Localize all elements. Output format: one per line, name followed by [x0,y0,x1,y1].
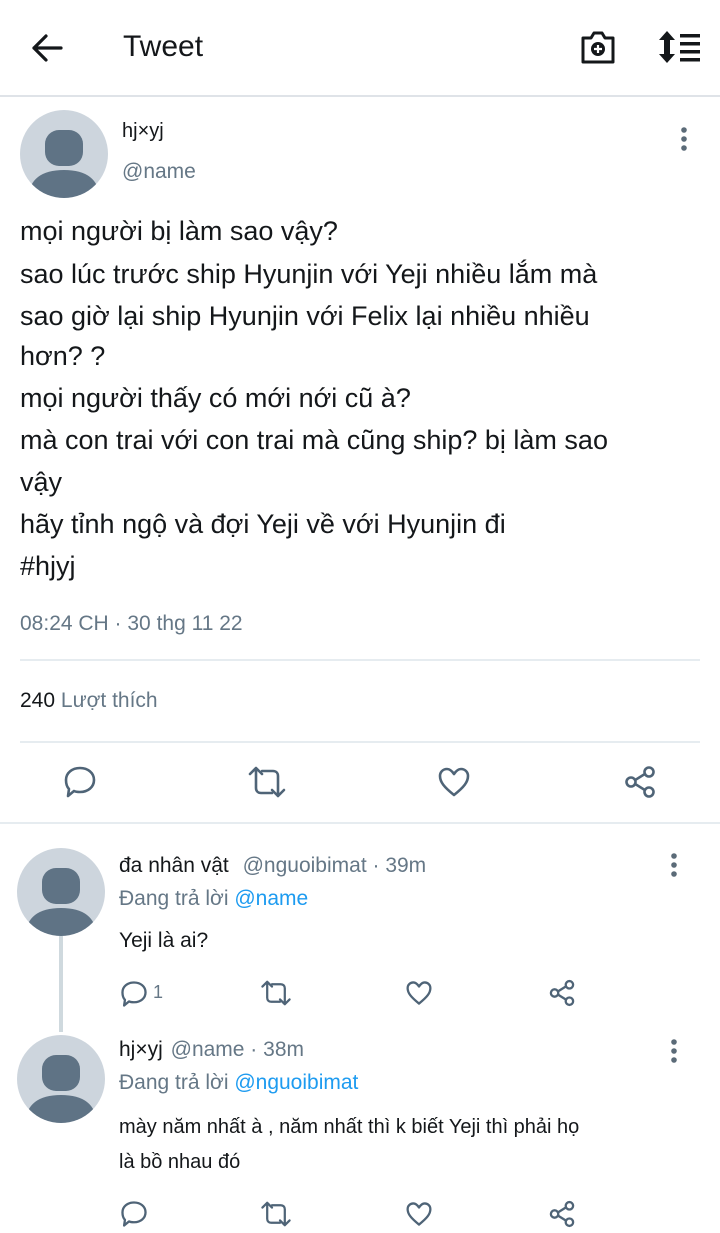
tweet-text-line: mà con trai với con trai mà cũng ship? b… [20,425,608,455]
timeline-sort-icon[interactable] [656,30,702,64]
reply-header: hj×yj @name · 38m [119,1038,304,1062]
like-heart-icon[interactable] [437,766,471,798]
author-avatar[interactable] [20,110,108,198]
default-user-icon [25,868,97,936]
retweet-icon[interactable] [260,980,292,1006]
reply-handle-time[interactable]: @name · 38m [171,1038,304,1061]
reply-handle-time[interactable]: @nguoibimat · 39m [243,854,427,877]
reply-header: đa nhân vật @nguoibimat · 39m [119,854,426,878]
replying-to: Đang trả lời @name [119,887,308,911]
reply-avatar[interactable] [17,848,105,936]
app-header: Tweet [0,0,720,97]
replying-prefix: Đang trả lời [119,887,229,910]
replying-prefix: Đang trả lời [119,1071,229,1094]
section-divider [0,822,720,824]
tweet-timestamp: 08:24 CH · 30 thg 11 22 [20,612,243,635]
tweet-text-line: hơn? ? [20,341,106,371]
reply-text-line: mày năm nhất à , năm nhất thì k biết Yej… [119,1116,580,1138]
likes-label: Lượt thích [60,689,158,712]
tweet-text-line: sao lúc trước ship Hyunjin với Yeji nhiề… [20,259,598,289]
reply-avatar[interactable] [17,1035,105,1123]
reply-icon[interactable] [120,1200,148,1228]
reply-icon[interactable] [120,980,148,1008]
share-icon[interactable] [548,979,576,1007]
divider [20,741,700,743]
author-handle[interactable]: @name [122,160,196,184]
reply-author-name[interactable]: đa nhân vật [119,854,229,877]
replying-to: Đang trả lời @nguoibimat [119,1071,358,1095]
back-arrow-icon[interactable] [30,32,64,64]
reply-icon[interactable] [63,765,97,799]
reply-count: 1 [153,982,164,1002]
more-options-icon[interactable] [669,1038,679,1064]
like-heart-icon[interactable] [405,980,433,1006]
author-name[interactable]: hj×yj [122,120,164,143]
tweet-text-line: mọi người bị làm sao vậy? [20,216,338,246]
replying-to-handle[interactable]: @nguoibimat [234,1071,358,1094]
tweet-text-line: hãy tỉnh ngộ và đợi Yeji về với Hyunjin … [20,509,506,539]
share-icon[interactable] [623,765,657,799]
camera-icon[interactable] [579,29,617,65]
page-title: Tweet [123,30,204,63]
hashtag-link[interactable]: #hjyj [20,551,76,582]
tweet-text-line: mọi người thấy có mới nới cũ à? [20,383,411,413]
replying-to-handle[interactable]: @name [234,887,308,910]
reply-text-line: là bồ nhau đó [119,1151,241,1173]
reply-text: Yeji là ai? [119,929,209,952]
retweet-icon[interactable] [247,766,287,798]
divider [20,659,700,661]
like-heart-icon[interactable] [405,1201,433,1227]
more-options-icon[interactable] [679,126,689,152]
more-options-icon[interactable] [669,852,679,878]
tweet-text-line: vậy [20,467,63,497]
thread-connector-line [59,936,63,1032]
default-user-icon [28,130,100,198]
tweet-text-line: sao giờ lại ship Hyunjin với Felix lại n… [20,301,590,331]
likes-count: 240 [20,689,56,712]
retweet-icon[interactable] [260,1201,292,1227]
default-user-icon [25,1055,97,1123]
reply-author-name[interactable]: hj×yj [119,1038,163,1061]
likes-stat[interactable]: 240 Lượt thích [20,689,158,713]
share-icon[interactable] [548,1200,576,1228]
